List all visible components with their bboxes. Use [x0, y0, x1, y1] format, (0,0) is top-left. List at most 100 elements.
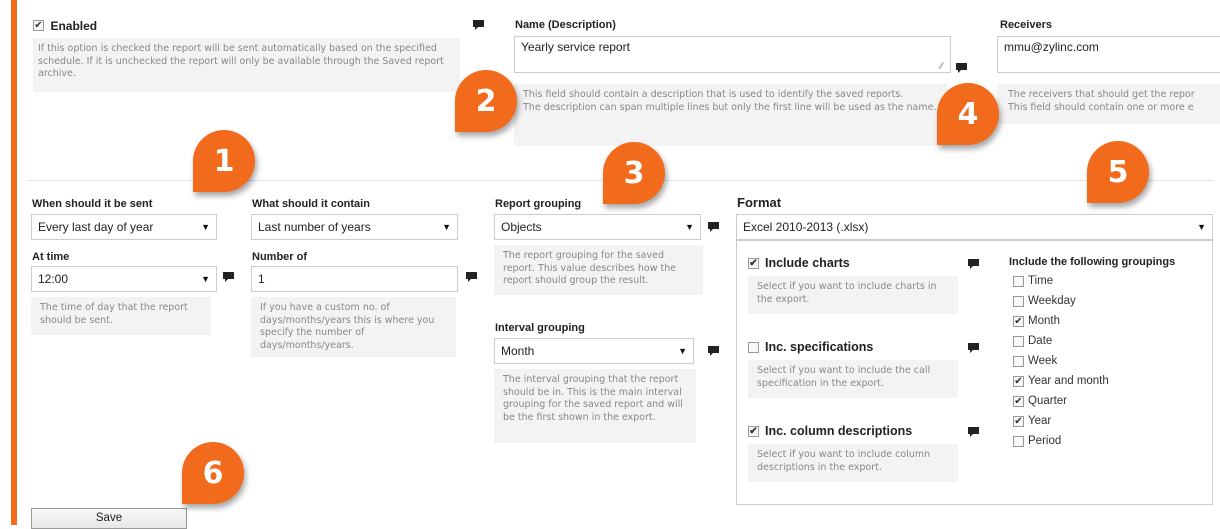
grouping-item[interactable]: Period: [1013, 431, 1109, 451]
comment-icon[interactable]: [968, 343, 979, 353]
name-textarea[interactable]: Yearly service report: [514, 36, 951, 73]
save-button[interactable]: Save: [31, 508, 187, 529]
grouping-item[interactable]: Time: [1013, 271, 1109, 291]
comment-icon[interactable]: [968, 259, 979, 269]
report-grouping-label: Report grouping: [495, 198, 582, 210]
grouping-item[interactable]: Week: [1013, 351, 1109, 371]
dropdown-arrow-icon: ▼: [442, 222, 451, 232]
comment-icon[interactable]: [708, 222, 719, 232]
name-help: This field should contain a description …: [514, 84, 948, 146]
grouping-checkbox[interactable]: [1013, 355, 1024, 367]
grouping-label: Weekday: [1028, 295, 1076, 307]
when-sent-select[interactable]: Every last day of year ▼: [31, 214, 217, 240]
inc-specifications-checkbox[interactable]: [748, 341, 759, 353]
include-charts-label: Include charts: [765, 256, 850, 270]
inc-specifications-row: Inc. specifications: [748, 340, 873, 354]
grouping-label: Period: [1028, 435, 1062, 447]
grouping-checkbox[interactable]: [1013, 275, 1024, 287]
grouping-item[interactable]: ✔ Month: [1013, 311, 1109, 331]
number-of-help: If you have a custom no. of days/months/…: [251, 297, 456, 357]
receivers-help: The receivers that should get the repor …: [997, 84, 1220, 124]
callout-5-number: 5: [1107, 154, 1129, 190]
grouping-item[interactable]: ✔ Quarter: [1013, 391, 1109, 411]
report-grouping-select[interactable]: Objects ▼: [494, 214, 701, 240]
format-select[interactable]: Excel 2010-2013 (.xlsx) ▼: [736, 214, 1213, 240]
dropdown-arrow-icon: ▼: [201, 274, 210, 284]
comment-icon[interactable]: [968, 427, 979, 437]
format-label: Format: [737, 195, 782, 210]
enabled-checkbox[interactable]: ✔: [33, 20, 44, 32]
comment-icon[interactable]: [473, 20, 484, 30]
report-grouping-value: Objects: [501, 220, 542, 234]
enabled-label: Enabled: [50, 19, 98, 33]
dropdown-arrow-icon: ▼: [1197, 222, 1206, 232]
grouping-label: Date: [1028, 335, 1053, 347]
receivers-textarea[interactable]: mmu@zylinc.com: [997, 36, 1220, 73]
contain-label: What should it contain: [252, 198, 370, 210]
format-value: Excel 2010-2013 (.xlsx): [743, 220, 869, 234]
enabled-help: If this option is checked the report wil…: [33, 38, 460, 92]
callout-1-number: 1: [213, 143, 235, 179]
when-sent-label: When should it be sent: [32, 198, 153, 210]
dropdown-arrow-icon: ▼: [685, 222, 694, 232]
callout-4-badge: 4: [937, 83, 999, 145]
comment-icon[interactable]: [466, 272, 477, 282]
inc-column-descriptions-help: Select if you want to include column des…: [748, 444, 958, 482]
grouping-label: Year and month: [1028, 375, 1109, 387]
grouping-checkbox[interactable]: ✔: [1013, 375, 1024, 387]
grouping-label: Year: [1028, 415, 1052, 427]
grouping-checkbox[interactable]: [1013, 295, 1024, 307]
comment-icon[interactable]: [708, 346, 719, 356]
comment-icon[interactable]: [956, 63, 967, 73]
include-charts-row: ✔ Include charts: [748, 256, 850, 270]
include-charts-checkbox[interactable]: ✔: [748, 257, 759, 269]
interval-grouping-value: Month: [501, 344, 535, 358]
grouping-label: Week: [1028, 355, 1058, 367]
grouping-label: Quarter: [1028, 395, 1067, 407]
callout-3-badge: 3: [603, 142, 665, 204]
groupings-list: Time Weekday ✔ Month Date Week ✔ Year and month…: [1013, 271, 1109, 451]
when-sent-value: Every last day of year: [38, 220, 154, 234]
report-grouping-help: The report grouping for the saved report…: [494, 245, 703, 295]
groupings-label: Include the following groupings: [1009, 256, 1176, 268]
grouping-checkbox[interactable]: [1013, 435, 1024, 447]
inc-column-descriptions-checkbox[interactable]: ✔: [748, 425, 759, 437]
grouping-item[interactable]: ✔ Year: [1013, 411, 1109, 431]
contain-select[interactable]: Last number of years ▼: [251, 214, 458, 240]
grouping-checkbox[interactable]: ✔: [1013, 395, 1024, 407]
callout-6-badge: 6: [182, 442, 244, 504]
dropdown-arrow-icon: ▼: [201, 222, 210, 232]
receivers-label: Receivers: [1000, 19, 1052, 31]
grouping-item[interactable]: ✔ Year and month: [1013, 371, 1109, 391]
callout-5-badge: 5: [1087, 141, 1149, 203]
number-of-input[interactable]: 1: [251, 266, 458, 292]
grouping-item[interactable]: Date: [1013, 331, 1109, 351]
callout-3-number: 3: [623, 155, 645, 191]
grouping-checkbox[interactable]: ✔: [1013, 415, 1024, 427]
interval-grouping-help: The interval grouping that the report sh…: [494, 369, 696, 443]
accent-bar: [11, 0, 17, 525]
dropdown-arrow-icon: ▼: [678, 346, 687, 356]
at-time-help: The time of day that the report should b…: [31, 297, 211, 335]
grouping-checkbox[interactable]: [1013, 335, 1024, 347]
number-of-label: Number of: [252, 251, 307, 263]
grouping-label: Time: [1028, 275, 1054, 287]
callout-2-number: 2: [475, 83, 497, 119]
inc-column-descriptions-label: Inc. column descriptions: [765, 424, 913, 438]
grouping-checkbox[interactable]: ✔: [1013, 315, 1024, 327]
at-time-label: At time: [32, 251, 70, 263]
enabled-row: ✔ Enabled: [33, 17, 97, 35]
inc-specifications-help: Select if you want to include the call s…: [748, 360, 958, 398]
at-time-value: 12:00: [38, 272, 69, 286]
callout-4-number: 4: [957, 96, 979, 132]
at-time-select[interactable]: 12:00 ▼: [31, 266, 217, 292]
grouping-item[interactable]: Weekday: [1013, 291, 1109, 311]
callout-2-badge: 2: [455, 70, 517, 132]
grouping-label: Month: [1028, 315, 1060, 327]
contain-value: Last number of years: [258, 220, 371, 234]
interval-grouping-label: Interval grouping: [495, 322, 585, 334]
comment-icon[interactable]: [223, 272, 234, 282]
interval-grouping-select[interactable]: Month ▼: [494, 338, 694, 364]
inc-column-descriptions-row: ✔ Inc. column descriptions: [748, 424, 912, 438]
resize-handle-icon[interactable]: ⁄⁄: [940, 61, 943, 71]
